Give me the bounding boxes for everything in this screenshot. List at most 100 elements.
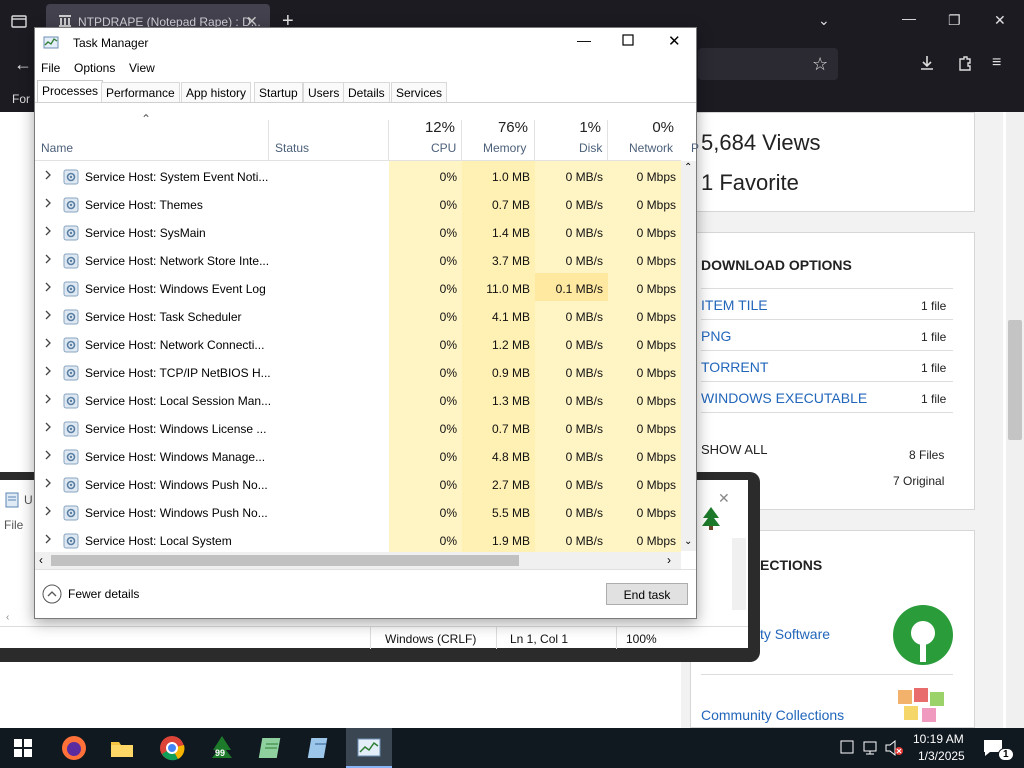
scroll-up-icon[interactable]: ⌃ (684, 162, 692, 173)
process-row[interactable]: Service Host: Network Connecti... 0% 1.2 M… (35, 331, 681, 359)
chrome-icon[interactable] (158, 734, 186, 762)
expand-chevron-icon[interactable] (43, 366, 53, 376)
process-row[interactable]: Service Host: Windows License ... 0% 0.7 M… (35, 415, 681, 443)
minimize-icon[interactable]: — (577, 32, 591, 48)
restore-icon[interactable]: ❐ (948, 12, 961, 29)
tab-users[interactable]: Users (303, 82, 345, 102)
firefox-icon[interactable] (60, 734, 88, 762)
notepad-alt-icon[interactable] (306, 734, 334, 762)
process-row[interactable]: Service Host: Windows Push No... 0% 5.5 MB… (35, 499, 681, 527)
tab-list-icon[interactable] (10, 12, 28, 30)
header-power[interactable]: P (691, 141, 699, 155)
clock-time[interactable]: 10:19 AM (913, 732, 964, 746)
expand-chevron-icon[interactable] (43, 226, 53, 236)
header-name[interactable]: Name (41, 141, 73, 155)
download-png[interactable]: PNG (701, 328, 731, 344)
expand-chevron-icon[interactable] (43, 394, 53, 404)
download-icon[interactable] (918, 54, 936, 72)
collection-thumbnail[interactable] (894, 686, 952, 728)
file-explorer-icon[interactable] (108, 734, 136, 762)
expand-chevron-icon[interactable] (43, 282, 53, 292)
open-source-logo[interactable] (892, 604, 954, 666)
process-row[interactable]: Service Host: Windows Event Log 0% 11.0 MB… (35, 275, 681, 303)
menu-view[interactable]: View (129, 61, 155, 75)
process-row[interactable]: Service Host: Windows Manage... 0% 4.8 MB 0… (35, 443, 681, 471)
horizontal-scrollbar-thumb[interactable] (51, 555, 519, 566)
show-desktop-icon[interactable] (840, 740, 854, 754)
header-memory[interactable]: Memory (483, 141, 526, 155)
process-list-scrollbar[interactable] (681, 161, 696, 551)
collection-link[interactable]: ty Software (760, 626, 830, 642)
back-arrow-icon[interactable]: ← (14, 54, 32, 75)
clock-date[interactable]: 1/3/2025 (918, 749, 965, 763)
close-icon[interactable]: ✕ (668, 32, 681, 50)
process-row[interactable]: Service Host: System Event Noti... 0% 1.0 … (35, 163, 681, 191)
header-disk[interactable]: Disk (579, 141, 602, 155)
header-network[interactable]: Network (629, 141, 673, 155)
notepad-scrollbar[interactable] (732, 538, 746, 610)
expand-chevron-icon[interactable] (43, 338, 53, 348)
process-row[interactable]: Service Host: Local System 0% 1.9 MB 0 MB/s… (35, 527, 681, 555)
expand-chevron-icon[interactable] (43, 254, 53, 264)
volume-muted-icon[interactable] (884, 739, 904, 757)
community-collections-link[interactable]: Community Collections (701, 707, 844, 723)
expand-chevron-icon[interactable] (43, 310, 53, 320)
expand-chevron-icon[interactable] (43, 198, 53, 208)
menu-file[interactable]: File (41, 61, 60, 75)
task-manager-taskbar-button[interactable] (346, 728, 392, 768)
minimize-icon[interactable]: — (902, 10, 916, 26)
extensions-icon[interactable] (956, 54, 974, 72)
close-icon[interactable]: ✕ (718, 490, 730, 507)
notepad-menu-file[interactable]: File (4, 518, 23, 532)
download-item-tile[interactable]: ITEM TILE (701, 297, 768, 313)
windows-start-icon[interactable] (14, 739, 32, 757)
expand-chevron-icon[interactable] (43, 170, 53, 180)
tab-details[interactable]: Details (343, 82, 390, 102)
close-window-icon[interactable]: ✕ (994, 12, 1006, 29)
process-row[interactable]: Service Host: Windows Push No... 0% 2.7 MB… (35, 471, 681, 499)
sort-up-icon[interactable]: ⌃ (141, 112, 151, 126)
process-memory: 1.2 MB (491, 338, 530, 352)
hamburger-menu-icon[interactable]: ≡ (992, 54, 1001, 72)
expand-chevron-icon[interactable] (43, 478, 53, 488)
expand-chevron-icon[interactable] (43, 534, 53, 544)
process-name: Service Host: Network Store Inte... (85, 254, 270, 268)
page-scrollbar-thumb[interactable] (1008, 320, 1022, 440)
expand-chevron-icon[interactable] (43, 450, 53, 460)
tab-processes[interactable]: Processes (37, 80, 104, 102)
bookmark-text[interactable]: For (12, 92, 30, 106)
expand-chevron-icon[interactable] (43, 422, 53, 432)
show-all-link[interactable]: SHOW ALL (701, 442, 767, 457)
expand-chevron-icon[interactable] (43, 506, 53, 516)
chevron-left-icon[interactable]: ‹ (6, 612, 9, 623)
fewer-details-icon[interactable] (42, 584, 62, 604)
star-icon[interactable]: ☆ (812, 54, 828, 75)
fewer-details-button[interactable]: Fewer details (68, 587, 139, 601)
download-windows-executable[interactable]: WINDOWS EXECUTABLE (701, 390, 867, 406)
process-row[interactable]: Service Host: TCP/IP NetBIOS H... 0% 0.9 M… (35, 359, 681, 387)
process-row[interactable]: Service Host: Themes 0% 0.7 MB 0 MB/s 0 Mbps (35, 191, 681, 219)
notepad-app-icon[interactable] (258, 734, 286, 762)
download-torrent[interactable]: TORRENT (701, 359, 768, 375)
process-row[interactable]: Service Host: SysMain 0% 1.4 MB 0 MB/s 0 Mbp… (35, 219, 681, 247)
scroll-left-icon[interactable]: ‹ (39, 553, 43, 567)
chevron-down-icon[interactable]: ⌄ (818, 12, 830, 29)
service-gear-icon (63, 477, 79, 493)
tab-startup[interactable]: Startup (254, 82, 303, 102)
end-task-button[interactable]: End task (606, 583, 688, 605)
tab-app-history[interactable]: App history (181, 82, 252, 102)
process-memory: 4.1 MB (491, 310, 530, 324)
process-disk: 0 MB/s (565, 226, 603, 240)
scroll-right-icon[interactable]: › (667, 553, 671, 567)
header-status[interactable]: Status (275, 141, 309, 155)
header-cpu[interactable]: CPU (431, 141, 456, 155)
maximize-icon[interactable] (622, 34, 634, 46)
process-row[interactable]: Service Host: Local Session Man... 0% 1.3 … (35, 387, 681, 415)
tab-services[interactable]: Services (391, 82, 448, 102)
process-row[interactable]: Service Host: Network Store Inte... 0% 3.7… (35, 247, 681, 275)
menu-options[interactable]: Options (74, 61, 115, 75)
process-row[interactable]: Service Host: Task Scheduler 0% 4.1 MB 0 MB… (35, 303, 681, 331)
network-icon[interactable] (862, 740, 880, 756)
tab-performance[interactable]: Performance (101, 82, 180, 102)
scroll-down-icon[interactable]: ⌄ (684, 536, 692, 547)
